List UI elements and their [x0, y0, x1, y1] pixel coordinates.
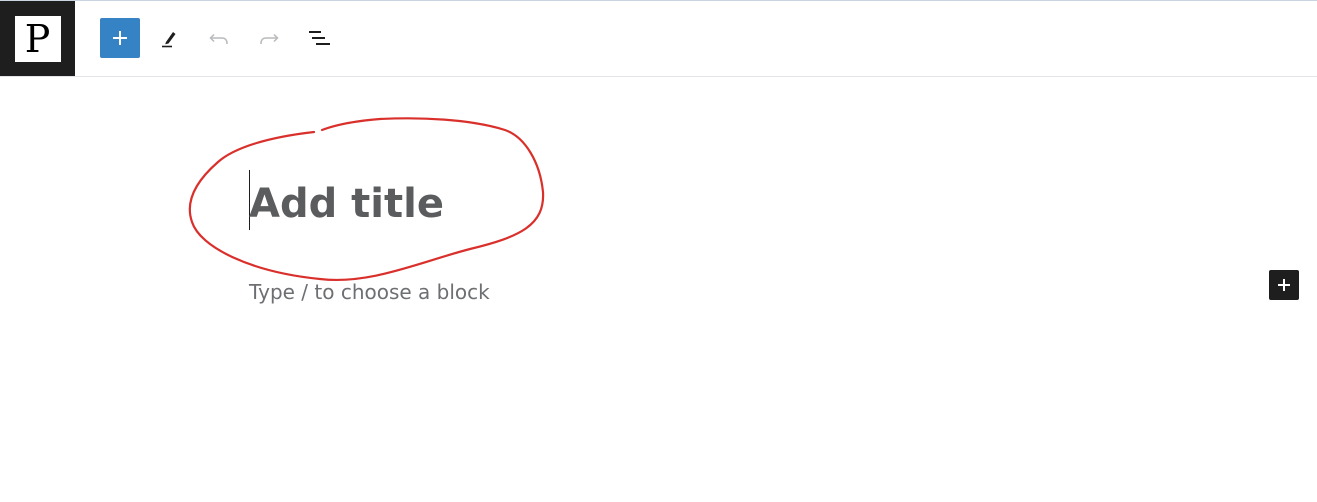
- redo-icon: [260, 33, 279, 44]
- hand-drawn-circle-annotation: [188, 117, 545, 281]
- list-view-button[interactable]: [299, 18, 339, 58]
- editor-page: P Add title Type / to choose a block: [0, 0, 1317, 502]
- site-logo-icon: P: [14, 15, 61, 62]
- add-block-button[interactable]: [1269, 270, 1299, 300]
- plus-icon: [113, 31, 127, 45]
- undo-button[interactable]: [199, 18, 239, 58]
- editor-canvas: Add title Type / to choose a block: [0, 77, 1317, 502]
- tools-button[interactable]: [149, 18, 189, 58]
- plus-icon: [1278, 279, 1290, 291]
- undo-icon: [209, 33, 228, 44]
- pencil-icon: [162, 32, 176, 48]
- post-title-input[interactable]: Add title: [249, 177, 444, 231]
- list-view-icon: [309, 31, 330, 45]
- site-logo-letter: P: [24, 16, 51, 61]
- redo-button[interactable]: [249, 18, 289, 58]
- editor-toolbar: P: [0, 1, 1317, 77]
- default-block-appender[interactable]: Type / to choose a block: [249, 279, 490, 305]
- block-inserter-button[interactable]: [100, 18, 140, 58]
- site-logo-button[interactable]: P: [0, 1, 75, 76]
